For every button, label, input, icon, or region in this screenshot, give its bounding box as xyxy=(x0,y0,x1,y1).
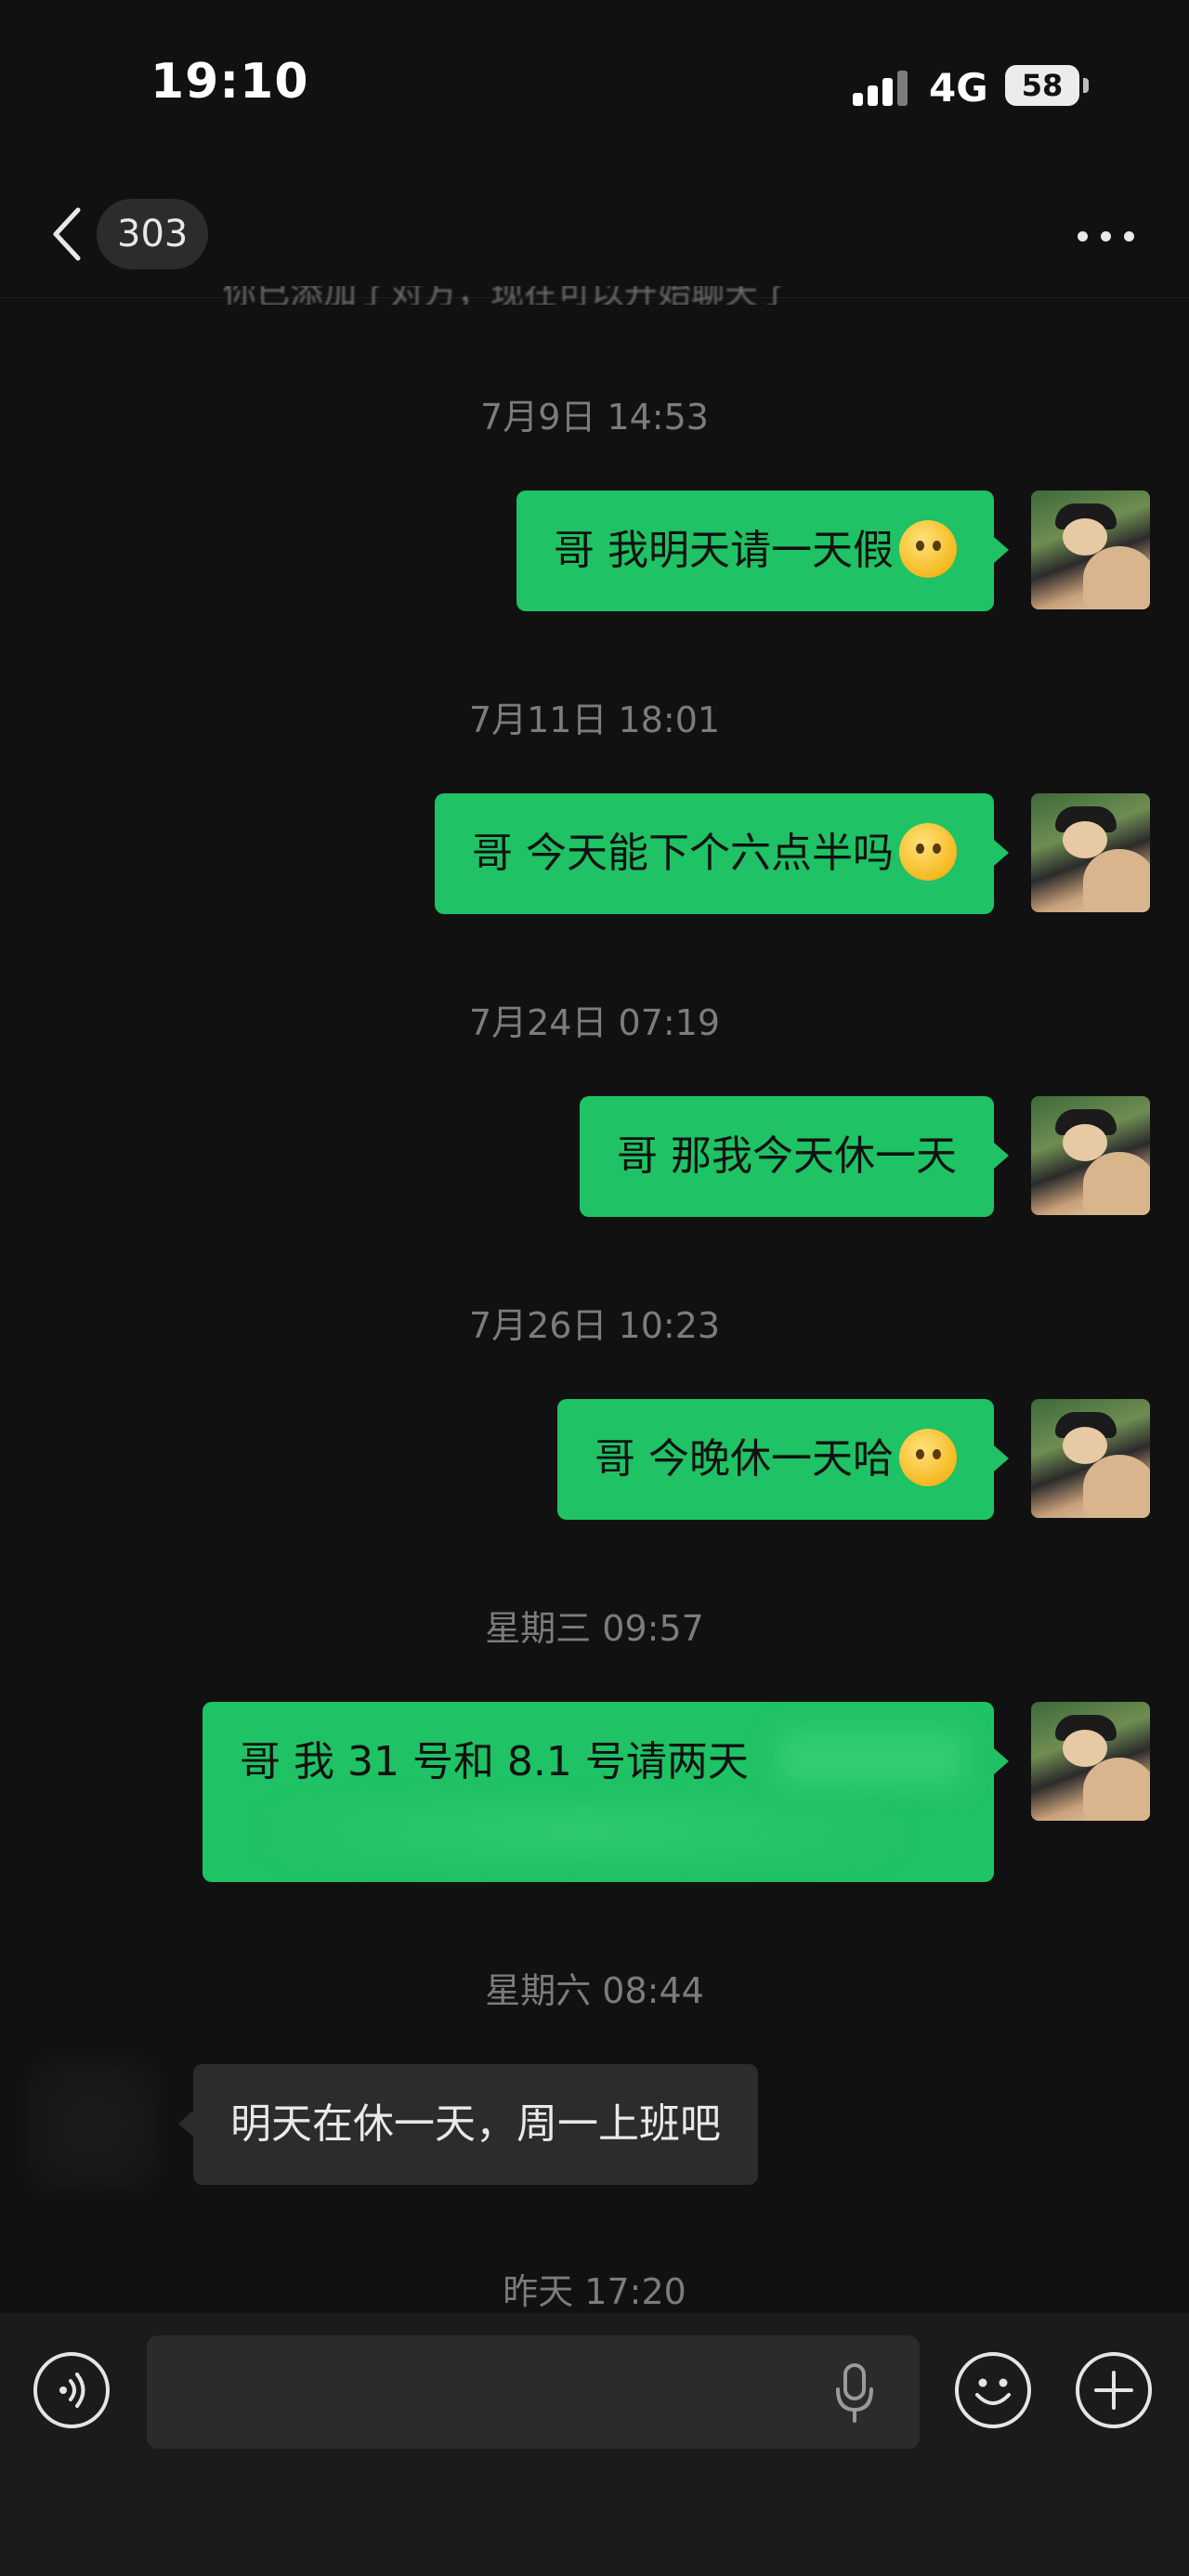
unread-count-badge[interactable]: 303 xyxy=(97,199,209,269)
message-timestamp: 昨天 17:20 xyxy=(503,2271,686,2312)
message-text: 哥 今晚休一天哈 xyxy=(594,1435,894,1483)
chat-screen: 19:10 4G 58 303 你已添加了对方，现在可以开始聊天了 7月9日 1… xyxy=(0,0,1189,2576)
message-timestamp: 7月26日 10:23 xyxy=(468,1305,721,1346)
pleading-face-emoji-icon xyxy=(899,823,957,881)
message-text: 明天在休一天，周一上班吧 xyxy=(230,2100,721,2148)
outgoing-message-bubble[interactable]: 哥 我 31 号和 8.1 号请两天 xyxy=(203,1702,1009,1882)
message-text: 哥 我明天请一天假 xyxy=(554,527,894,574)
outgoing-message-bubble[interactable]: 哥 今晚休一天哈 xyxy=(557,1399,1009,1520)
clipped-system-message: 你已添加了对方，现在可以开始聊天了 xyxy=(223,286,966,305)
blurred-region xyxy=(778,1730,964,1785)
message-text: 哥 今天能下个六点半吗 xyxy=(472,830,894,877)
incoming-message-bubble[interactable]: 明天在休一天，周一上班吧 xyxy=(178,2064,758,2185)
contact-avatar[interactable] xyxy=(28,2060,158,2190)
outgoing-message-bubble[interactable]: 哥 今天能下个六点半吗 xyxy=(435,793,1009,914)
status-time: 19:10 xyxy=(150,54,309,110)
voice-toggle-icon[interactable] xyxy=(33,2352,110,2428)
message-timestamp: 星期三 09:57 xyxy=(485,1608,704,1649)
chat-input-bar xyxy=(0,2313,1189,2576)
my-avatar[interactable] xyxy=(1031,1702,1150,1821)
message-input[interactable] xyxy=(147,2335,920,2449)
message-timestamp: 7月9日 14:53 xyxy=(480,397,709,438)
chevron-left-icon[interactable] xyxy=(48,206,85,262)
outgoing-message-bubble[interactable]: 哥 我明天请一天假 xyxy=(516,490,1009,611)
saluting-face-emoji-icon xyxy=(899,520,957,578)
microphone-icon[interactable] xyxy=(832,2361,877,2426)
message-text: 哥 我 31 号和 8.1 号请两天 xyxy=(240,1738,749,1785)
battery-icon: 58 xyxy=(1005,65,1079,106)
network-type: 4G xyxy=(929,65,988,111)
status-bar: 19:10 4G 58 xyxy=(0,0,1189,167)
more-dots-icon[interactable] xyxy=(1078,221,1135,249)
my-avatar[interactable] xyxy=(1031,1399,1150,1518)
saluting-face-emoji-icon xyxy=(899,1429,957,1486)
my-avatar[interactable] xyxy=(1031,793,1150,912)
chat-header: 303 xyxy=(0,167,1189,298)
signal-icon xyxy=(853,69,910,106)
message-timestamp: 7月11日 18:01 xyxy=(468,700,721,740)
blurred-region xyxy=(258,1804,908,1860)
outgoing-message-bubble[interactable]: 哥 那我今天休一天 xyxy=(580,1096,1009,1217)
plus-icon[interactable] xyxy=(1076,2352,1152,2428)
message-timestamp: 7月24日 07:19 xyxy=(468,1002,721,1043)
my-avatar[interactable] xyxy=(1031,1096,1150,1215)
emoji-icon[interactable] xyxy=(955,2352,1031,2428)
message-timestamp: 星期六 08:44 xyxy=(485,1970,704,2011)
my-avatar[interactable] xyxy=(1031,490,1150,609)
message-text: 哥 那我今天休一天 xyxy=(617,1132,957,1180)
battery-nub xyxy=(1083,78,1089,93)
